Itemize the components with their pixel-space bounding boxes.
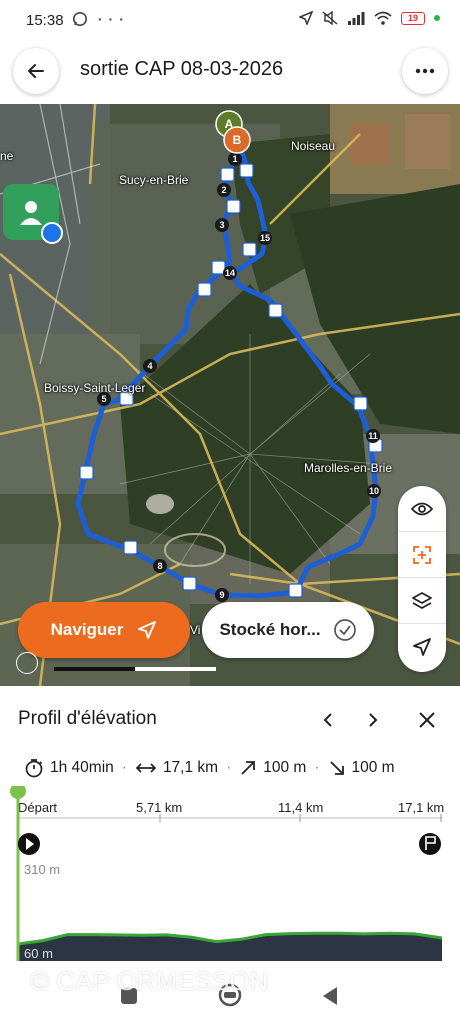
person-icon [20,201,42,225]
cursor-handle [10,786,26,799]
svg-text:5: 5 [101,394,106,404]
km-marker-9: 9 [215,588,229,602]
elevation-chart[interactable]: 310 m 60 m [0,786,460,961]
finish-flag-icon [419,833,441,855]
descent-arrow-icon [329,761,344,775]
map-scale-bar [54,667,216,671]
whatsapp-icon [73,12,87,26]
km-marker-4: 4 [143,359,157,373]
svg-text:11: 11 [368,431,378,441]
privacy-dot [434,15,440,21]
close-button[interactable] [412,706,442,734]
km-marker-1: 1 [228,152,242,166]
svg-text:3: 3 [219,220,224,230]
stopwatch-icon [25,759,43,778]
arrow-left-icon [28,64,44,78]
mute-icon [322,11,338,25]
route-map[interactable]: 1 2 3 4 5 8 9 10 11 14 15 A B Noiseau Su… [0,104,460,686]
stat-duration: 1h 40min [24,758,114,778]
visibility-button[interactable] [398,486,446,532]
end-marker-label: B [233,133,242,147]
close-icon [419,712,435,728]
stat-descent: 100 m [328,759,395,777]
svg-text:1: 1 [232,154,237,164]
chevron-left-icon [323,713,332,727]
status-bar: 15:38 ··· 19 [0,0,460,40]
svg-text:8: 8 [157,561,162,571]
place-edge-left: ne [0,149,14,163]
compass-icon[interactable] [16,652,38,674]
svg-text:4: 4 [147,361,152,371]
status-time: 15:38 [26,12,64,29]
add-focus-icon [413,545,431,564]
svg-text:10: 10 [369,486,379,496]
map-controls [398,486,446,672]
more-options-button[interactable] [402,48,448,94]
stat-distance: 17,1 km [135,759,218,777]
ascent-value: 100 m [263,759,307,776]
place-boissy-saint-leger: Boissy-Saint-Leger [44,381,146,395]
layers-icon [412,591,432,609]
location-arrow-icon [413,638,431,656]
stat-ascent: 100 m [239,759,306,777]
duration-value: 1h 40min [50,759,114,776]
chevron-right-icon [369,713,378,727]
place-edge-bottom: Vi [190,623,201,637]
km-marker-15: 15 [258,231,272,245]
svg-text:15: 15 [260,233,270,243]
elevation-panel: Profil d'élévation 1h 40min · 17,1 km · … [0,686,460,1024]
ascent-arrow-icon [241,761,256,775]
satellite-map-background: 1 2 3 4 5 8 9 10 11 14 15 A B [0,104,460,686]
eye-icon [411,502,433,515]
start-flag-icon [18,833,40,855]
stored-offline-button[interactable]: Stocké hor... [202,602,374,658]
navigate-button[interactable]: Naviguer [18,602,190,658]
add-point-button[interactable] [398,532,446,578]
stored-offline-label: Stocké hor... [219,620,321,639]
navigation-arrow-icon [138,621,157,639]
back-button[interactable] [13,48,59,94]
svg-text:14: 14 [225,268,235,278]
place-sucy-en-brie: Sucy-en-Brie [119,173,189,187]
page-title: sortie CAP 08-03-2026 [80,58,284,80]
distance-value: 17,1 km [162,759,219,776]
km-marker-10: 10 [367,484,381,498]
svg-text:9: 9 [219,590,224,600]
message-badge-icon [41,222,63,244]
route-stats: 1h 40min · 17,1 km · 100 m · 100 m [24,758,395,778]
more-dots-icon: ··· [97,11,130,27]
location-arrow-icon [299,11,313,25]
app-header: sortie CAP 08-03-2026 [0,40,460,104]
km-marker-2: 2 [217,183,231,197]
km-marker-3: 3 [215,218,229,232]
place-marolles-en-brie: Marolles-en-Brie [304,461,393,475]
distance-arrows-icon [135,763,157,773]
navigate-label: Naviguer [50,620,124,639]
km-marker-8: 8 [153,559,167,573]
svg-text:2: 2 [221,185,226,195]
more-horizontal-icon [415,68,435,74]
battery-icon: 19 [401,11,425,25]
check-circle-icon [333,619,356,641]
descent-value: 100 m [351,759,395,776]
elevation-area [18,933,442,961]
elevation-title: Profil d'élévation [18,708,157,729]
signal-icon [348,12,365,25]
layers-button[interactable] [398,578,446,624]
y-min-label: 60 m [24,946,53,961]
place-noiseau: Noiseau [291,139,336,153]
wifi-icon [374,11,392,25]
watermark: © CAP ORMESSON [30,966,269,996]
km-marker-14: 14 [223,266,237,280]
contact-shortcut[interactable] [3,184,63,244]
next-button[interactable] [358,706,388,734]
km-marker-11: 11 [366,429,380,443]
locate-button[interactable] [398,624,446,670]
previous-button[interactable] [313,706,343,734]
y-max-label: 310 m [24,862,60,877]
